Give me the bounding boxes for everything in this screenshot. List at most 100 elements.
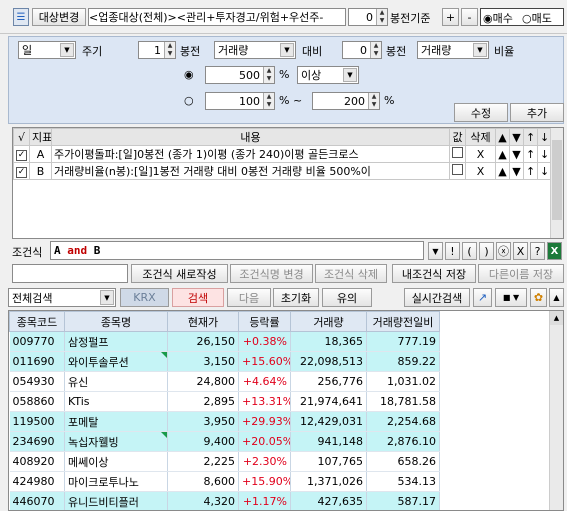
realtime-search-button[interactable]: 실시간검색 <box>404 288 470 307</box>
table-row[interactable]: 119500 포메탈 3,950 +29.93% 12,429,031 2,254.68 <box>9 411 440 432</box>
row-checkbox[interactable]: ✓ <box>13 162 30 180</box>
view-menu-button[interactable]: ■ ▼ <box>495 288 527 307</box>
next-button[interactable]: 다음 <box>227 288 271 307</box>
results-scrollbar[interactable]: ▲ <box>549 311 563 510</box>
move-down-button[interactable]: ▼ <box>509 162 524 180</box>
ratio-label: 비율 <box>494 45 515 58</box>
table-row[interactable]: 446070 유니드비티플러 4,320 +1.17% 427,635 587.17 <box>9 491 440 510</box>
formula-dropdown-button[interactable]: ▼ <box>428 242 443 260</box>
delete-button[interactable]: X <box>465 145 496 163</box>
new-formula-button[interactable]: 조건식 새로작성 <box>131 264 228 283</box>
move-up-button[interactable]: ▲ <box>495 145 510 163</box>
save-formula-button[interactable]: 내조건식 저장 <box>392 264 476 283</box>
modify-button[interactable]: 수정 <box>454 103 508 122</box>
stock-name: 포메탈 <box>64 411 168 432</box>
condition-scrollbar[interactable] <box>550 128 563 238</box>
caution-button[interactable]: 유의 <box>322 288 372 307</box>
stock-code: 009770 <box>9 331 65 352</box>
col-volume-ratio[interactable]: 거래량전일비 <box>366 311 440 332</box>
value1-stepper[interactable]: 500 ▲ ▼ <box>205 66 275 84</box>
excel-icon[interactable]: X <box>547 242 562 260</box>
krx-button[interactable]: KRX <box>120 288 169 307</box>
rename-formula-button[interactable]: 조건식명 변경 <box>230 264 313 283</box>
scope-select[interactable]: 전체검색 ▼ <box>8 288 116 307</box>
sell-radio[interactable]: ○매도 <box>522 10 552 26</box>
table-row[interactable]: 011690 와이투솔루션 3,150 +15.60% 22,098,513 859.22 <box>9 351 440 372</box>
add-button[interactable]: 추가 <box>510 103 564 122</box>
help-button[interactable]: ? <box>530 242 545 260</box>
col-rate[interactable]: 등락률 <box>238 311 291 332</box>
col-name[interactable]: 종목명 <box>64 311 168 332</box>
table-row[interactable]: 234690 녹십자웰빙 9,400 +20.05% 941,148 2,876.10 <box>9 431 440 452</box>
chevron-down-icon[interactable]: ▼ <box>343 68 357 82</box>
value2-stepper[interactable]: 100 ▲ ▼ <box>205 92 275 110</box>
field2-select[interactable]: 거래량 ▼ <box>417 41 489 59</box>
bongjeon-stepper[interactable]: 0 ▲ ▼ <box>348 8 388 26</box>
minus-button[interactable]: - <box>461 8 478 26</box>
field1-select[interactable]: 거래량 ▼ <box>214 41 296 59</box>
value-checkbox[interactable] <box>449 162 466 180</box>
condition-row-b[interactable]: ✓ B 거래량비율(n봉):[일]1봉전 거래량 대비 0봉전 거래량 비율 5… <box>13 162 552 180</box>
condition-row-a[interactable]: ✓ A 주가이평돌파:[일]0봉전 (종가 1)이평 (종가 240)이평 골든… <box>13 145 552 163</box>
bong2-label: 봉전 <box>386 45 407 58</box>
table-row[interactable]: 054930 유신 24,800 +4.64% 256,776 1,031.02 <box>9 371 440 392</box>
col-indicator: 지표 <box>29 128 52 146</box>
spin-icon[interactable]: ▲ ▼ <box>263 93 274 109</box>
table-row[interactable]: 408920 메쎄이상 2,225 +2.30% 107,765 658.26 <box>9 451 440 472</box>
plus-button[interactable]: + <box>442 8 459 26</box>
target-field[interactable]: <업종대상(전체)><관리+투자경고/위험+우선주- <box>88 8 346 26</box>
xor-button[interactable]: ⓧ <box>496 242 511 260</box>
chevron-down-icon[interactable]: ▼ <box>100 290 114 305</box>
chevron-down-icon[interactable]: ▼ <box>473 43 487 57</box>
move-down-button[interactable]: ▼ <box>509 145 524 163</box>
spin-icon[interactable]: ▲ ▼ <box>368 93 379 109</box>
stock-rate: +15.90% <box>238 471 291 492</box>
move-up-button[interactable]: ▲ <box>495 162 510 180</box>
table-row[interactable]: 424980 마이크로투나노 8,600 +15.90% 1,371,026 534.13 <box>9 471 440 492</box>
collapse-icon[interactable]: ▲ <box>549 288 564 307</box>
value-checkbox[interactable] <box>449 145 466 163</box>
spin-icon[interactable]: ▲ ▼ <box>376 9 387 25</box>
spin-icon[interactable]: ▲ ▼ <box>263 67 274 83</box>
chevron-down-icon[interactable]: ▼ <box>280 43 294 57</box>
delete-formula-button[interactable]: 조건식 삭제 <box>315 264 387 283</box>
col-price[interactable]: 현재가 <box>167 311 239 332</box>
col-volume[interactable]: 거래량 <box>290 311 367 332</box>
search-button[interactable]: 검색 <box>172 288 224 307</box>
stock-price: 2,225 <box>167 451 239 472</box>
scroll-up-icon[interactable]: ▲ <box>550 311 563 325</box>
condition-content[interactable]: 주가이평돌파:[일]0봉전 (종가 1)이평 (종가 240)이평 골든크로스 <box>51 145 450 163</box>
radio-empty-icon[interactable]: ○ <box>184 94 194 107</box>
chart-icon[interactable]: ↗ <box>473 288 492 307</box>
table-row[interactable]: 058860 KTis 2,895 +13.31% 21,974,641 18,781.5… <box>9 391 440 412</box>
buy-radio[interactable]: ◉매수 <box>483 10 513 26</box>
value3-stepper[interactable]: 200 ▲ ▼ <box>312 92 380 110</box>
period-select[interactable]: 일 ▼ <box>18 41 76 59</box>
delete-button[interactable]: X <box>465 162 496 180</box>
formula-input[interactable]: A and B <box>50 241 424 260</box>
chevron-down-icon[interactable]: ▼ <box>60 43 74 57</box>
spin-icon[interactable]: ▲ ▼ <box>164 42 175 58</box>
col-code[interactable]: 종목코드 <box>9 311 65 332</box>
reset-button[interactable]: 초기화 <box>273 288 319 307</box>
save-as-button[interactable]: 다른이름 저장 <box>478 264 564 283</box>
table-row[interactable]: 009770 삼정펄프 26,150 +0.38% 18,365 777.19 <box>9 331 440 352</box>
radio-selected-icon[interactable]: ◉ <box>184 68 194 81</box>
spin-icon[interactable]: ▲ ▼ <box>370 42 381 58</box>
not-button[interactable]: ! <box>445 242 460 260</box>
move-top-button[interactable]: ↑ <box>523 145 538 163</box>
n1-stepper[interactable]: 1 ▲ ▼ <box>138 41 176 59</box>
app-icon[interactable]: ☰ <box>13 8 29 26</box>
row-checkbox[interactable]: ✓ <box>13 145 30 163</box>
n2-stepper[interactable]: 0 ▲ ▼ <box>342 41 382 59</box>
open-paren-button[interactable]: ( <box>462 242 477 260</box>
radio-selected-icon: ◉ <box>483 12 493 25</box>
clear-button[interactable]: X <box>513 242 528 260</box>
operator-select[interactable]: 이상 ▼ <box>297 66 359 84</box>
condition-content[interactable]: 거래량비율(n봉):[일]1봉전 거래량 대비 0봉전 거래량 비율 500%이 <box>51 162 450 180</box>
move-top-button[interactable]: ↑ <box>523 162 538 180</box>
close-paren-button[interactable]: ) <box>479 242 494 260</box>
gear-icon[interactable]: ✿ <box>530 288 547 307</box>
condition-name-input[interactable] <box>12 264 128 283</box>
change-target-button[interactable]: 대상변경 <box>32 8 86 26</box>
